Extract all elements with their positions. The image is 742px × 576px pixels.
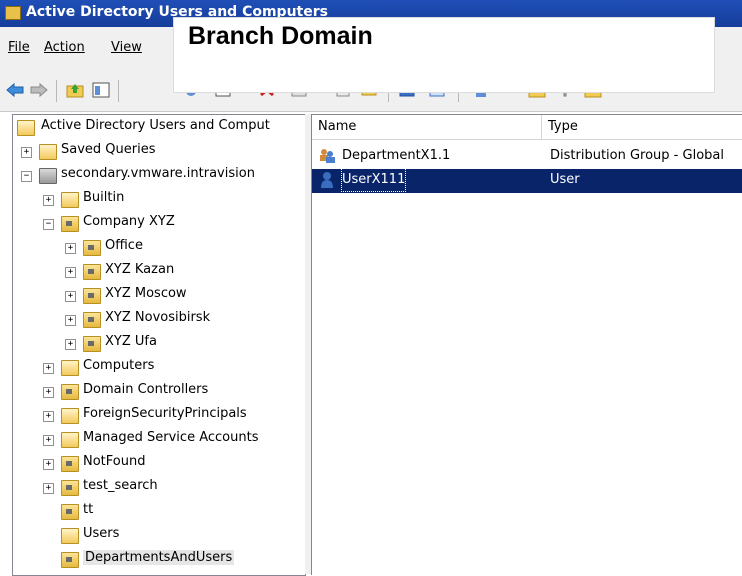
item-type: User (550, 172, 580, 187)
column-header-name[interactable]: Name (312, 115, 542, 139)
ou-folder-icon (61, 504, 79, 520)
ou-folder-icon (61, 552, 79, 568)
item-name: UserX111 (340, 168, 407, 192)
ou-folder-icon (61, 384, 79, 400)
item-type: Distribution Group - Global (550, 148, 724, 163)
expand-button[interactable]: + (65, 267, 76, 278)
details-list[interactable]: Name Type DepartmentX1.1 Distribution Gr… (311, 114, 742, 575)
list-item[interactable]: DepartmentX1.1 Distribution Group - Glob… (312, 145, 742, 169)
ou-folder-icon (83, 240, 101, 256)
folder-icon (61, 432, 79, 448)
expand-button[interactable]: + (43, 483, 54, 494)
collapse-button[interactable]: − (43, 219, 54, 230)
toolbar-separator (118, 80, 119, 102)
group-icon (320, 149, 335, 163)
menu-action[interactable]: Action (44, 40, 85, 55)
menu-file[interactable]: File (8, 40, 30, 55)
app-icon (5, 6, 21, 20)
menu-view[interactable]: View (111, 40, 142, 55)
folder-icon (61, 408, 79, 424)
expand-button[interactable]: + (65, 315, 76, 326)
ou-folder-icon (61, 216, 79, 232)
forward-arrow-icon[interactable] (30, 82, 48, 98)
snapin-icon (17, 120, 35, 136)
expand-button[interactable]: + (21, 147, 32, 158)
expand-button[interactable]: + (43, 411, 54, 422)
folder-icon (61, 192, 79, 208)
folder-icon (61, 528, 79, 544)
expand-button[interactable]: + (43, 363, 54, 374)
folder-icon (39, 144, 57, 160)
expand-button[interactable]: + (43, 459, 54, 470)
ou-folder-icon (61, 480, 79, 496)
list-item[interactable]: UserX111 User (312, 168, 742, 193)
folder-icon (61, 360, 79, 376)
console-tree[interactable]: Active Directory Users and Comput + Save… (12, 114, 306, 576)
domain-icon (39, 168, 57, 184)
item-name: DepartmentX1.1 (342, 148, 451, 163)
user-icon (321, 172, 333, 188)
ou-folder-icon (61, 456, 79, 472)
show-hide-tree-icon[interactable] (92, 82, 110, 98)
expand-button[interactable]: + (65, 243, 76, 254)
expand-button[interactable]: + (65, 291, 76, 302)
up-folder-icon[interactable] (66, 82, 84, 98)
back-arrow-icon[interactable] (6, 82, 24, 98)
overlay-title: Branch Domain (188, 22, 373, 50)
expand-button[interactable]: + (65, 339, 76, 350)
ou-folder-icon (83, 336, 101, 352)
collapse-button[interactable]: − (21, 171, 32, 182)
list-header: Name Type (312, 115, 742, 140)
expand-button[interactable]: + (43, 435, 54, 446)
expand-button[interactable]: + (43, 195, 54, 206)
ou-folder-icon (83, 312, 101, 328)
branch-domain-overlay: Branch Domain (173, 17, 715, 93)
ou-folder-icon (83, 264, 101, 280)
ou-folder-icon (83, 288, 101, 304)
expand-button[interactable]: + (43, 387, 54, 398)
toolbar-separator (56, 80, 57, 102)
column-header-type[interactable]: Type (542, 115, 742, 139)
